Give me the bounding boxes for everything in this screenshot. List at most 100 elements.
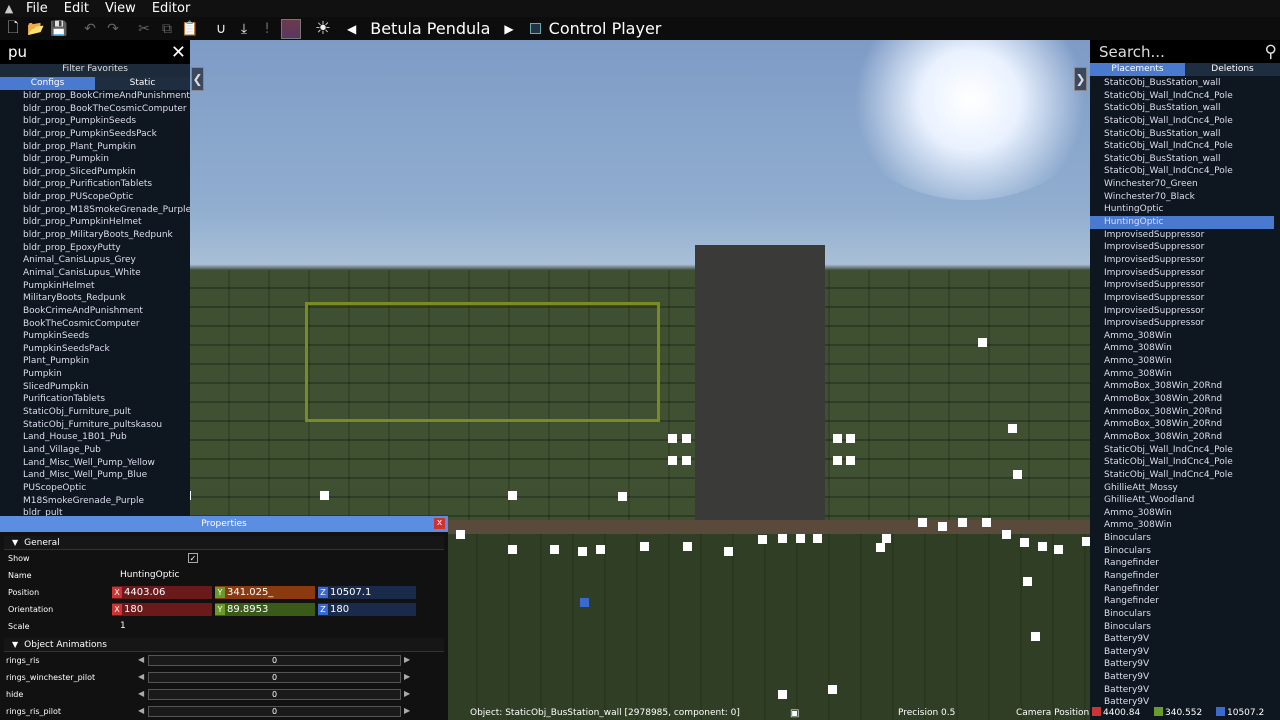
placement-list-item[interactable]: Ammo_308Win xyxy=(1090,519,1274,532)
placement-list-item[interactable]: StaticObj_BusStation_wall xyxy=(1090,128,1274,141)
undo-icon[interactable]: ↶ xyxy=(80,19,100,39)
placement-list-item[interactable]: AmmoBox_308Win_20Rnd xyxy=(1090,380,1274,393)
config-list-item[interactable]: Land_House_1B01_Pub xyxy=(0,431,190,444)
placement-list-item[interactable]: ImprovisedSuppressor xyxy=(1090,254,1274,267)
copy-icon[interactable]: ⧉ xyxy=(157,19,177,39)
arrow-right-icon[interactable]: ▶ xyxy=(404,689,410,698)
placement-list-item[interactable]: StaticObj_Wall_IndCnc4_Pole xyxy=(1090,456,1274,469)
cut-icon[interactable]: ✂ xyxy=(134,19,154,39)
sun-icon[interactable]: ☀ xyxy=(313,18,333,39)
config-list-item[interactable]: Animal_CanisLupus_Grey xyxy=(0,254,190,267)
placement-list-item[interactable]: StaticObj_Wall_IndCnc4_Pole xyxy=(1090,469,1274,482)
scale-value[interactable]: 1 xyxy=(120,621,126,631)
placement-search-input[interactable]: Search... xyxy=(1099,43,1165,61)
redo-icon[interactable]: ↷ xyxy=(103,19,123,39)
tab-configs[interactable]: Configs xyxy=(0,77,95,90)
arrow-left-icon[interactable]: ◀ xyxy=(138,689,144,698)
placement-list-item[interactable]: Binoculars xyxy=(1090,621,1274,634)
config-list-item[interactable]: StaticObj_Furniture_pultskasou xyxy=(0,419,190,432)
placement-list-item[interactable]: Battery9V xyxy=(1090,658,1274,671)
config-search-input[interactable]: pu xyxy=(8,43,27,61)
placement-list-item[interactable]: Rangefinder xyxy=(1090,570,1274,583)
config-list-item[interactable]: StaticObj_Furniture_pult xyxy=(0,406,190,419)
menu-edit[interactable]: Edit xyxy=(56,0,97,17)
position-x-field[interactable]: X 4403.06 xyxy=(112,586,212,599)
section-object-animations[interactable]: ▼ Object Animations xyxy=(4,638,444,652)
placement-list-item[interactable]: Ammo_308Win xyxy=(1090,368,1274,381)
placement-list-item[interactable]: StaticObj_Wall_IndCnc4_Pole xyxy=(1090,115,1274,128)
config-list-item[interactable]: MilitaryBoots_Redpunk xyxy=(0,292,190,305)
config-list-item[interactable]: PumpkinSeedsPack xyxy=(0,343,190,356)
config-list-item[interactable]: Land_Village_Pub xyxy=(0,444,190,457)
placement-list-item[interactable]: Rangefinder xyxy=(1090,583,1274,596)
placement-list-item[interactable]: Ammo_308Win xyxy=(1090,507,1274,520)
placement-list-item[interactable]: Ammo_308Win xyxy=(1090,342,1274,355)
arrow-right-icon[interactable]: ▶ xyxy=(404,706,410,715)
paste-icon[interactable]: 📋 xyxy=(180,19,200,39)
placement-list-item[interactable]: ImprovisedSuppressor xyxy=(1090,292,1274,305)
config-list-item[interactable]: bldr_prop_BookCrimeAndPunishment xyxy=(0,90,190,103)
config-list-item[interactable]: Land_Misc_Well_Pump_Blue xyxy=(0,469,190,482)
position-y-field[interactable]: Y 341.025_ xyxy=(215,586,315,599)
config-list-item[interactable]: bldr_prop_PurificationTablets xyxy=(0,178,190,191)
tab-placements[interactable]: Placements xyxy=(1090,63,1185,76)
orientation-x-field[interactable]: X 180 xyxy=(112,603,212,616)
animation-slider[interactable]: 0 xyxy=(148,706,401,717)
orientation-z-field[interactable]: Z 180 xyxy=(318,603,416,616)
config-list-item[interactable]: bldr_prop_PumpkinSeedsPack xyxy=(0,128,190,141)
close-icon[interactable]: x xyxy=(434,518,445,529)
placement-search-bar[interactable]: Search... ⚲ xyxy=(1090,40,1280,63)
config-list-item[interactable]: PUScopeOptic xyxy=(0,482,190,495)
control-player-checkbox[interactable] xyxy=(529,23,541,34)
position-z-field[interactable]: Z 10507.1 xyxy=(318,586,416,599)
config-list-item[interactable]: SlicedPumpkin xyxy=(0,381,190,394)
placement-list-item[interactable]: ImprovisedSuppressor xyxy=(1090,267,1274,280)
placement-list-item[interactable]: Rangefinder xyxy=(1090,557,1274,570)
placement-list-item[interactable]: StaticObj_Wall_IndCnc4_Pole xyxy=(1090,90,1274,103)
config-list-item[interactable]: BookCrimeAndPunishment xyxy=(0,305,190,318)
placement-list-item[interactable]: Battery9V xyxy=(1090,684,1274,697)
config-list-item[interactable]: bldr_pult xyxy=(0,507,190,516)
placement-list-item[interactable]: StaticObj_BusStation_wall xyxy=(1090,77,1274,90)
config-list-item[interactable]: Land_Misc_Well_Pump_Yellow xyxy=(0,457,190,470)
close-icon[interactable]: ✕ xyxy=(171,42,186,63)
config-list-item[interactable]: PurificationTablets xyxy=(0,393,190,406)
collapse-right-icon[interactable]: ❯ xyxy=(1074,67,1087,91)
arrow-right-icon[interactable]: ▶ xyxy=(404,655,410,664)
placement-list-item[interactable]: Ammo_308Win xyxy=(1090,355,1274,368)
placement-list-item[interactable]: AmmoBox_308Win_20Rnd xyxy=(1090,431,1274,444)
section-general[interactable]: ▼ General xyxy=(4,536,444,550)
arrow-left-icon[interactable]: ◀ xyxy=(138,706,144,715)
placement-list-item[interactable]: Binoculars xyxy=(1090,545,1274,558)
placement-list-item[interactable]: AmmoBox_308Win_20Rnd xyxy=(1090,406,1274,419)
config-list-item[interactable]: PumpkinSeeds xyxy=(0,330,190,343)
config-list-item[interactable]: bldr_prop_Pumpkin xyxy=(0,153,190,166)
placement-list-item[interactable]: StaticObj_BusStation_wall xyxy=(1090,102,1274,115)
config-list-item[interactable]: bldr_prop_BookTheCosmicComputer xyxy=(0,103,190,116)
config-list-item[interactable]: Animal_CanisLupus_White xyxy=(0,267,190,280)
show-checkbox[interactable]: ✓ xyxy=(188,553,198,563)
placement-list-item[interactable]: Binoculars xyxy=(1090,608,1274,621)
config-list-item[interactable]: bldr_prop_EpoxyPutty xyxy=(0,242,190,255)
color-swatch[interactable] xyxy=(281,18,301,39)
config-list-item[interactable]: PumpkinHelmet xyxy=(0,280,190,293)
placement-list-item[interactable]: Winchester70_Green xyxy=(1090,178,1274,191)
animation-slider[interactable]: 0 xyxy=(148,689,401,700)
placement-list-item[interactable]: ImprovisedSuppressor xyxy=(1090,317,1274,330)
config-list-item[interactable]: bldr_prop_PUScopeOptic xyxy=(0,191,190,204)
ground-snap-icon[interactable]: ⤓ xyxy=(234,19,254,39)
config-list-item[interactable]: bldr_prop_MilitaryBoots_Redpunk xyxy=(0,229,190,242)
placement-list-item[interactable]: Binoculars xyxy=(1090,532,1274,545)
placement-list-item[interactable]: GhillieAtt_Mossy xyxy=(1090,482,1274,495)
placement-list-item[interactable]: StaticObj_BusStation_wall xyxy=(1090,153,1274,166)
placement-list-item[interactable]: GhillieAtt_Woodland xyxy=(1090,494,1274,507)
placement-list-item[interactable]: StaticObj_Wall_IndCnc4_Pole xyxy=(1090,165,1274,178)
new-file-icon[interactable]: 🗋 xyxy=(3,19,23,39)
placement-list-item[interactable]: Rangefinder xyxy=(1090,595,1274,608)
prev-arrow-icon[interactable]: ◀ xyxy=(347,22,356,36)
open-folder-icon[interactable]: 📂 xyxy=(26,19,46,39)
config-list-item[interactable]: Pumpkin xyxy=(0,368,190,381)
properties-titlebar[interactable]: Properties x xyxy=(0,516,448,532)
placement-list-item[interactable]: Battery9V xyxy=(1090,671,1274,684)
animation-slider[interactable]: 0 xyxy=(148,672,401,683)
